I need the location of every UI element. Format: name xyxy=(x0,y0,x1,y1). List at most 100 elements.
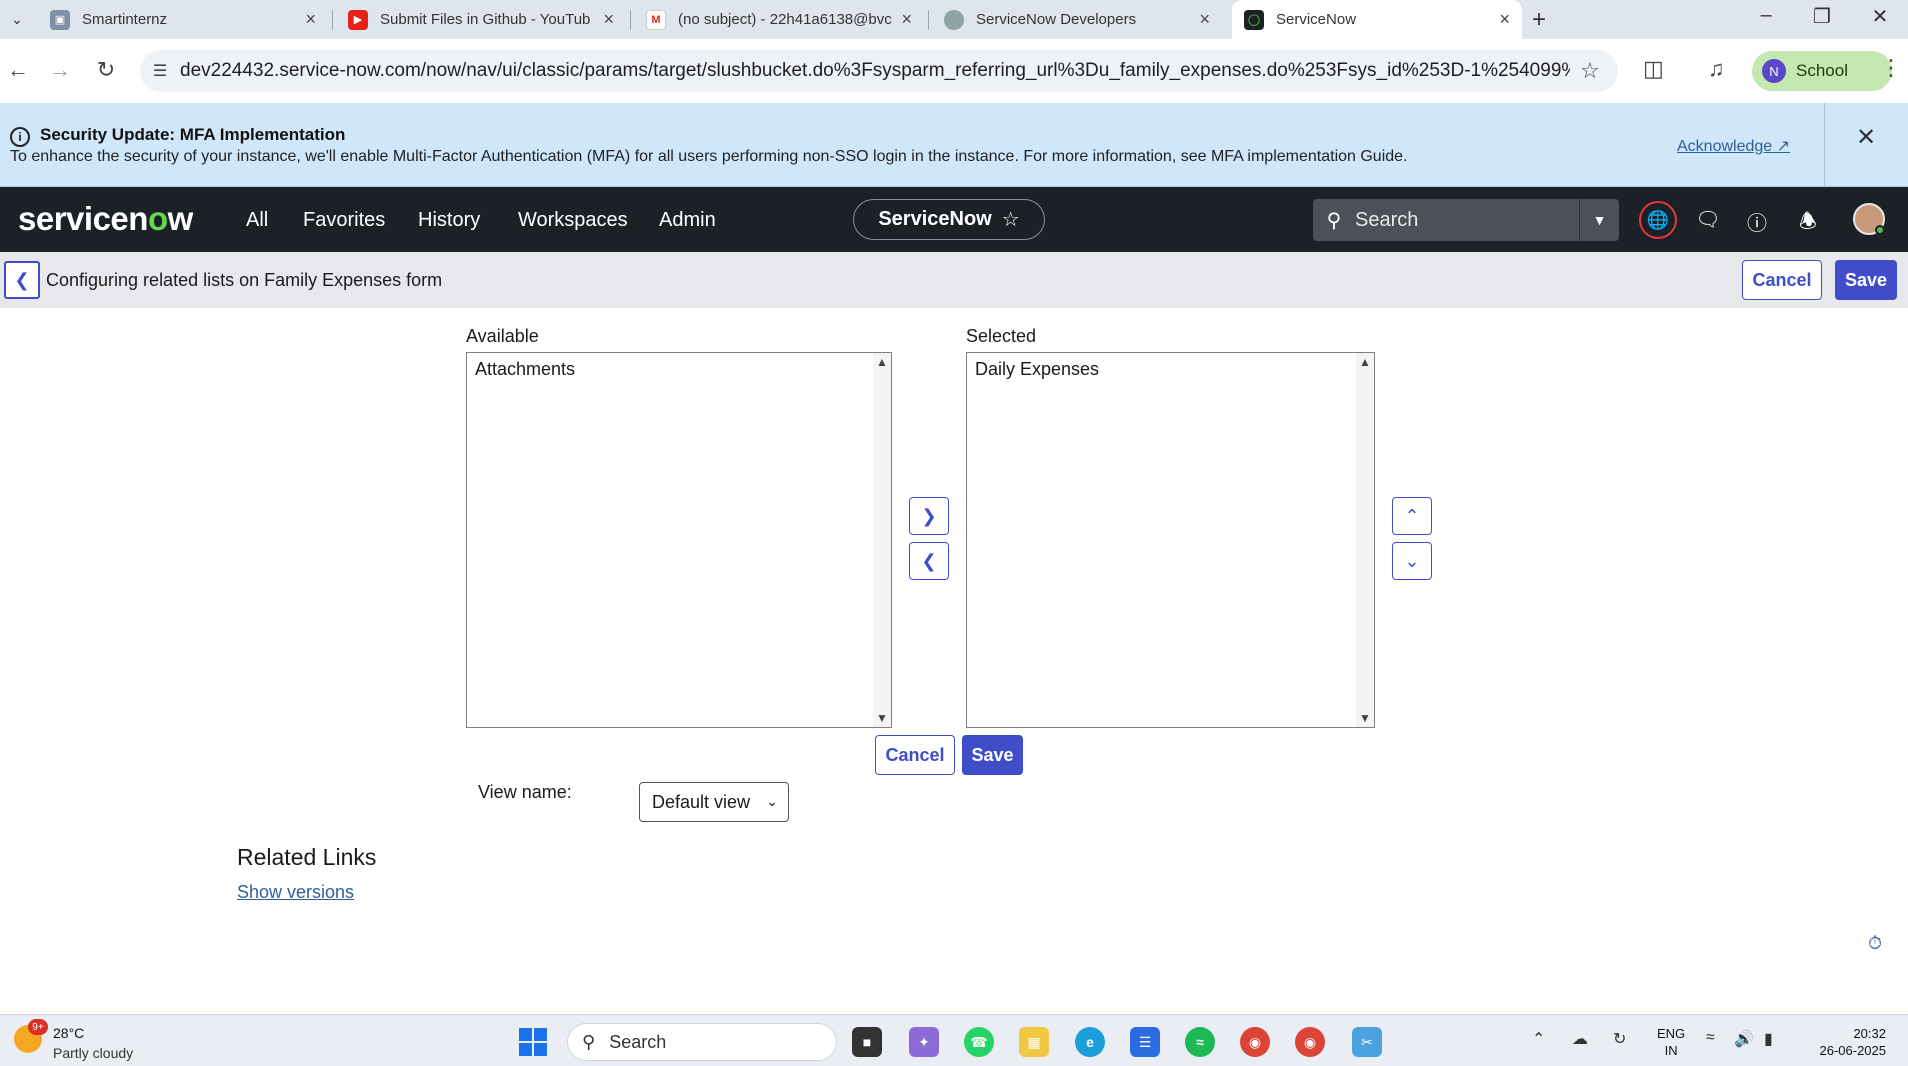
tab-title: ServiceNow Developers xyxy=(976,11,1137,28)
search-scope-dropdown-icon[interactable]: ▼ xyxy=(1579,199,1619,241)
date: 26-06-2025 xyxy=(1819,1043,1887,1058)
copilot-icon[interactable]: ✦ xyxy=(909,1027,939,1057)
notifications-bell-icon[interactable]: 🕭 xyxy=(1793,207,1823,241)
tab-title: Submit Files in Github - YouTub xyxy=(380,11,591,28)
chat-icon[interactable]: 🗨 xyxy=(1693,207,1723,232)
view-name-select[interactable]: Default view ⌄ xyxy=(639,782,789,822)
nav-favorites[interactable]: Favorites xyxy=(303,209,385,232)
browser-tab-strip: ⌄ ▣ Smartinternz × ▶ Submit Files in Git… xyxy=(0,0,1908,39)
close-icon[interactable]: × xyxy=(1199,9,1210,30)
close-icon[interactable]: × xyxy=(901,9,912,30)
servicenow-icon: ◯ xyxy=(1244,9,1264,30)
tray-overflow-icon[interactable]: ⌃ xyxy=(1532,1029,1545,1049)
tab-gmail[interactable]: M (no subject) - 22h41a6138@bvc × xyxy=(634,0,924,39)
nav-admin[interactable]: Admin xyxy=(659,209,716,232)
list-item[interactable]: Attachments xyxy=(475,359,575,380)
user-avatar[interactable] xyxy=(1853,203,1885,235)
favorite-star-icon[interactable]: ☆ xyxy=(1002,207,1020,232)
forward-arrow-icon[interactable]: → xyxy=(46,57,74,83)
scroll-up-icon[interactable]: ▲ xyxy=(876,355,888,369)
servicenow-logo[interactable]: servicenow xyxy=(18,200,193,238)
taskbar-search-label: Search xyxy=(609,1031,667,1052)
notepad-icon[interactable]: ☰ xyxy=(1130,1027,1160,1057)
global-search[interactable]: ⚲ Search ▼ xyxy=(1313,199,1619,241)
chevron-up-icon: ⌃ xyxy=(1404,505,1420,526)
tab-divider xyxy=(928,10,929,30)
move-down-button[interactable]: ⌄ xyxy=(1392,542,1432,580)
chrome-profile-icon[interactable]: ◉ xyxy=(1295,1027,1325,1057)
tab-smartinternz[interactable]: ▣ Smartinternz × xyxy=(38,0,328,39)
scroll-up-icon[interactable]: ▲ xyxy=(1359,355,1371,369)
wifi-icon[interactable]: ≈ xyxy=(1706,1029,1715,1047)
header-save-button[interactable]: Save xyxy=(1835,260,1897,300)
restore-icon[interactable]: ❐ xyxy=(1802,4,1842,29)
whatsapp-icon[interactable]: ☎ xyxy=(964,1027,994,1057)
new-tab-icon[interactable]: + xyxy=(1532,6,1546,34)
clock[interactable]: 20:32 26-06-2025 xyxy=(1806,1025,1887,1059)
profile-button[interactable]: N School xyxy=(1752,51,1892,91)
show-versions-link[interactable]: Show versions xyxy=(237,882,354,903)
close-icon[interactable]: × xyxy=(305,9,316,30)
url-bar[interactable]: ☰ dev224432.service-now.com/now/nav/ui/c… xyxy=(140,50,1618,92)
profile-avatar: N xyxy=(1762,59,1786,83)
battery-icon[interactable]: ▮ xyxy=(1764,1029,1773,1049)
nav-all[interactable]: All xyxy=(246,209,268,232)
back-arrow-icon[interactable]: ← xyxy=(4,57,32,83)
available-label: Available xyxy=(466,326,539,346)
scroll-down-icon[interactable]: ▼ xyxy=(1359,711,1371,725)
help-icon[interactable]: ⓘ xyxy=(1742,207,1772,236)
chevron-right-icon: ❯ xyxy=(921,505,937,526)
site-settings-icon[interactable]: ☰ xyxy=(140,61,180,81)
address-bar: ← → ↻ ☰ dev224432.service-now.com/now/na… xyxy=(0,39,1908,102)
extensions-icon[interactable]: ◫ xyxy=(1643,56,1664,82)
close-icon[interactable]: × xyxy=(603,9,614,30)
chrome-icon[interactable]: ◉ xyxy=(1240,1027,1270,1057)
back-button[interactable]: ❮ xyxy=(4,261,40,299)
remove-from-selected-button[interactable]: ❮ xyxy=(909,542,949,580)
url-text[interactable]: dev224432.service-now.com/now/nav/ui/cla… xyxy=(180,60,1570,82)
bookmark-star-icon[interactable]: ☆ xyxy=(1580,58,1600,84)
reload-icon[interactable]: ↻ xyxy=(92,57,120,83)
sync-icon[interactable]: ↻ xyxy=(1613,1029,1626,1049)
timer-icon[interactable]: ⏱ xyxy=(1868,933,1882,954)
search-input[interactable]: Search xyxy=(1355,209,1579,232)
list-item[interactable]: Daily Expenses xyxy=(975,359,1099,380)
tab-search-icon[interactable]: ⌄ xyxy=(4,6,30,32)
scroll-down-icon[interactable]: ▼ xyxy=(876,711,888,725)
scrollbar[interactable]: ▲ ▼ xyxy=(873,353,891,727)
tab-servicenow[interactable]: ◯ ServiceNow × xyxy=(1232,0,1522,39)
file-explorer-icon[interactable]: ▦ xyxy=(1019,1027,1049,1057)
tab-servicenow-developers[interactable]: ServiceNow Developers × xyxy=(932,0,1222,39)
onedrive-cloud-icon[interactable]: ☁ xyxy=(1572,1029,1588,1049)
edge-icon[interactable]: e xyxy=(1075,1027,1105,1057)
globe-icon[interactable]: 🌐 xyxy=(1639,201,1677,239)
move-up-button[interactable]: ⌃ xyxy=(1392,497,1432,535)
gmail-icon: M xyxy=(646,9,666,30)
language-indicator[interactable]: ENG IN xyxy=(1657,1025,1685,1059)
task-view-icon[interactable]: ■ xyxy=(852,1027,882,1057)
selected-list[interactable]: Daily Expenses ▲ ▼ xyxy=(966,352,1375,728)
save-button[interactable]: Save xyxy=(962,735,1023,775)
cancel-button[interactable]: Cancel xyxy=(875,735,955,775)
media-controls-icon[interactable]: ♫ xyxy=(1708,56,1725,82)
window-close-icon[interactable]: ✕ xyxy=(1860,4,1900,29)
snipping-tool-icon[interactable]: ✂ xyxy=(1352,1027,1382,1057)
tab-youtube[interactable]: ▶ Submit Files in Github - YouTub × xyxy=(336,0,626,39)
acknowledge-link[interactable]: Acknowledge ↗ xyxy=(1677,136,1790,156)
windows-start-icon[interactable] xyxy=(519,1028,547,1056)
add-to-selected-button[interactable]: ❯ xyxy=(909,497,949,535)
nav-workspaces[interactable]: Workspaces xyxy=(518,209,628,232)
banner-close-icon[interactable]: ✕ xyxy=(1856,123,1876,152)
header-cancel-button[interactable]: Cancel xyxy=(1742,260,1822,300)
time: 20:32 xyxy=(1853,1026,1886,1041)
available-list[interactable]: Attachments ▲ ▼ xyxy=(466,352,892,728)
instance-pill[interactable]: ServiceNow ☆ xyxy=(853,199,1045,240)
browser-menu-icon[interactable]: ⋮ xyxy=(1880,55,1902,81)
spotify-icon[interactable]: ≈ xyxy=(1185,1027,1215,1057)
scrollbar[interactable]: ▲ ▼ xyxy=(1356,353,1374,727)
volume-icon[interactable]: 🔊 xyxy=(1734,1029,1754,1049)
nav-history[interactable]: History xyxy=(418,209,480,232)
close-icon[interactable]: × xyxy=(1499,9,1510,30)
taskbar-search[interactable]: ⚲ Search xyxy=(567,1023,837,1061)
minimize-icon[interactable]: – xyxy=(1746,4,1786,27)
